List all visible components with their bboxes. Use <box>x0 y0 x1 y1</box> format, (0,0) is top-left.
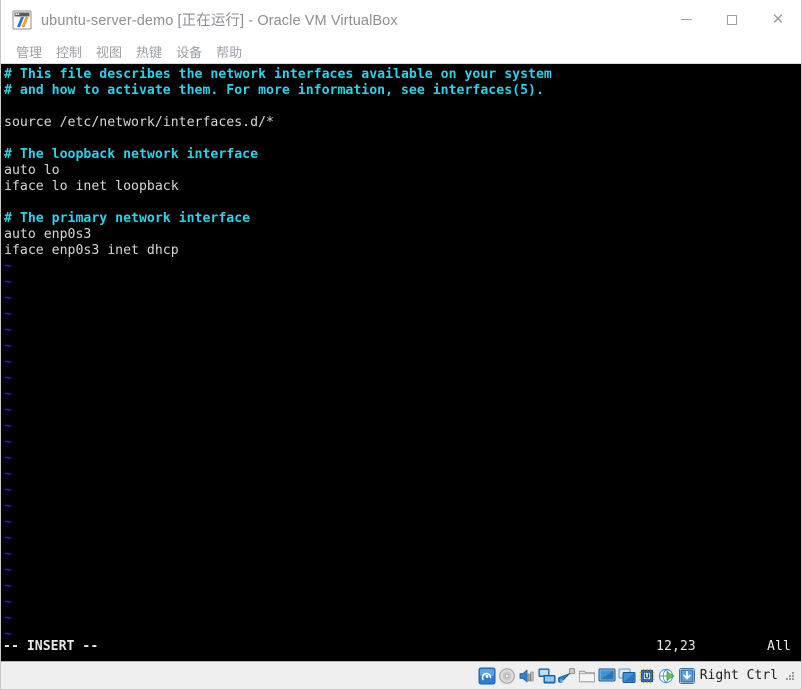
host-key-label: Right Ctrl <box>699 668 778 683</box>
vim-empty-line-marker: ~ <box>4 467 12 482</box>
vbox-status-bar: U Right Ctrl <box>1 661 801 689</box>
virtualbox-window: ubuntu-server-demo [正在运行] - Oracle VM Vi… <box>0 0 802 690</box>
menu-control[interactable]: 控制 <box>49 40 89 63</box>
window-controls: ✕ <box>663 0 801 39</box>
vim-empty-line-marker: ~ <box>4 595 12 610</box>
menu-help[interactable]: 帮助 <box>209 40 249 63</box>
maximize-button[interactable] <box>709 0 755 39</box>
vim-empty-line-marker: ~ <box>4 531 12 546</box>
vim-empty-line-marker: ~ <box>4 499 12 514</box>
guest-terminal-screen[interactable]: # This file describes the network interf… <box>1 64 801 661</box>
vim-line: # and how to activate them. For more inf… <box>4 83 544 98</box>
vim-line <box>2 99 801 115</box>
vim-line: auto enp0s3 <box>4 227 92 242</box>
vim-empty-line-marker: ~ <box>4 579 12 594</box>
optical-disk-icon[interactable] <box>498 667 516 685</box>
recording-icon[interactable] <box>618 667 636 685</box>
vim-empty-line-marker: ~ <box>4 275 12 290</box>
menu-bar: 管理 控制 视图 热键 设备 帮助 <box>1 39 801 64</box>
menu-view[interactable]: 视图 <box>89 40 129 63</box>
display-icon[interactable] <box>598 667 616 685</box>
window-title: ubuntu-server-demo [正在运行] - Oracle VM Vi… <box>41 13 398 29</box>
vim-empty-line-marker: ~ <box>4 435 12 450</box>
minimize-button[interactable] <box>663 0 709 39</box>
audio-icon[interactable] <box>518 667 536 685</box>
vim-cursor-position: 12,23 <box>656 639 696 654</box>
vim-line <box>2 195 801 211</box>
vim-empty-line-marker: ~ <box>4 387 12 402</box>
vim-buffer: # This file describes the network interf… <box>2 67 801 643</box>
menu-devices[interactable]: 设备 <box>169 40 209 63</box>
vim-line: source /etc/network/interfaces.d/* <box>4 115 274 130</box>
remote-display-icon[interactable] <box>658 667 676 685</box>
vim-empty-line-marker: ~ <box>4 307 12 322</box>
vim-empty-line-marker: ~ <box>4 483 12 498</box>
vim-empty-line-marker: ~ <box>4 419 12 434</box>
vim-empty-line-marker: ~ <box>4 547 12 562</box>
vim-empty-line-marker: ~ <box>4 611 12 626</box>
host-key-indicator-icon[interactable] <box>678 667 696 685</box>
vim-empty-line-marker: ~ <box>4 403 12 418</box>
cpu-icon[interactable]: U <box>638 667 656 685</box>
vim-empty-line-marker: ~ <box>4 515 12 530</box>
vim-line: iface lo inet loopback <box>4 179 179 194</box>
virtualbox-icon <box>12 10 32 30</box>
vim-mode-indicator: -- INSERT -- <box>3 639 99 654</box>
vim-line: # The primary network interface <box>4 211 251 226</box>
vim-empty-line-marker: ~ <box>4 451 12 466</box>
minimize-icon <box>680 19 692 20</box>
shared-folder-icon[interactable] <box>578 667 596 685</box>
vim-empty-line-marker: ~ <box>4 323 12 338</box>
vim-empty-line-marker: ~ <box>4 259 12 274</box>
network-adapter-icon[interactable] <box>538 667 556 685</box>
vim-line: # This file describes the network interf… <box>4 67 552 82</box>
vim-line: iface enp0s3 inet dhcp <box>4 243 179 258</box>
vim-empty-line-marker: ~ <box>4 291 12 306</box>
close-icon: ✕ <box>771 10 785 28</box>
svg-text:U: U <box>644 672 650 680</box>
resize-grip[interactable] <box>786 671 796 681</box>
vim-empty-line-marker: ~ <box>4 355 12 370</box>
close-button[interactable]: ✕ <box>755 0 801 39</box>
vim-empty-line-marker: ~ <box>4 563 12 578</box>
menu-hotkey[interactable]: 热键 <box>129 40 169 63</box>
maximize-icon <box>727 14 737 25</box>
vim-line: auto lo <box>4 163 60 178</box>
vim-empty-line-marker: ~ <box>4 371 12 386</box>
hard-disk-icon[interactable] <box>478 667 496 685</box>
vim-line <box>2 131 801 147</box>
usb-icon[interactable] <box>557 667 576 685</box>
menu-manage[interactable]: 管理 <box>9 40 49 63</box>
vim-status-line: -- INSERT -- 12,23 All <box>1 639 801 655</box>
vim-scroll-indicator: All <box>767 639 791 654</box>
vim-empty-line-marker: ~ <box>4 339 12 354</box>
vim-line: # The loopback network interface <box>4 147 259 162</box>
window-titlebar: ubuntu-server-demo [正在运行] - Oracle VM Vi… <box>1 0 801 39</box>
